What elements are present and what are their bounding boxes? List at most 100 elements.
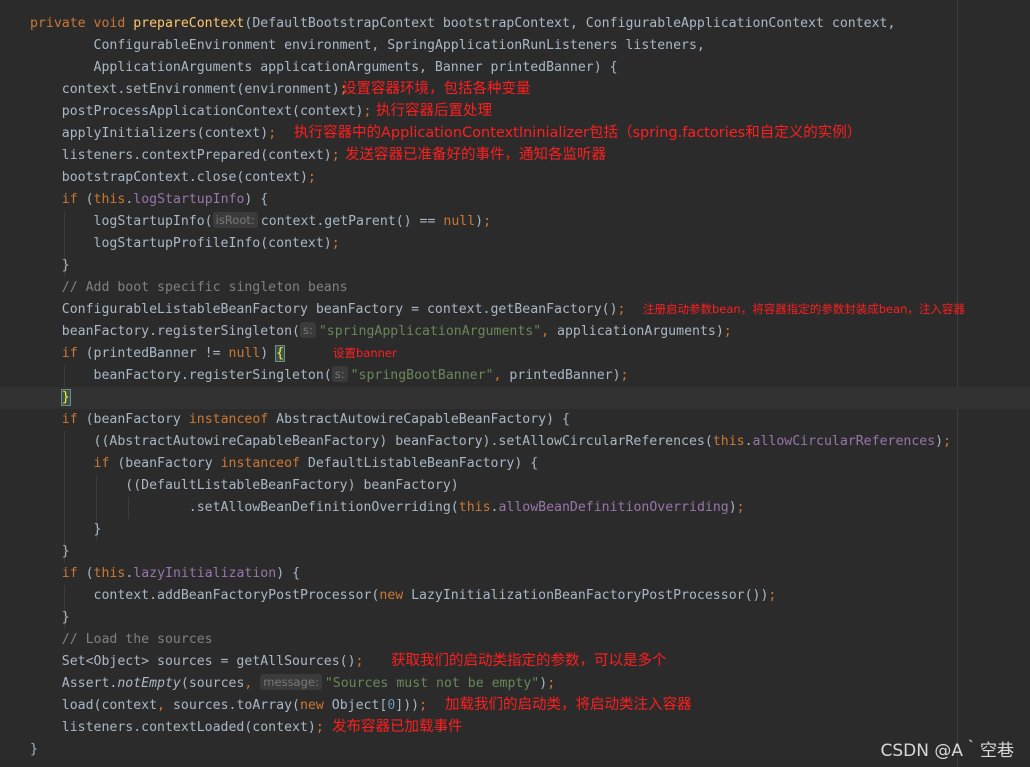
code-token: null: [443, 214, 476, 229]
annotation-note: 设置容器环境，包括各种变量: [342, 81, 531, 97]
code-token: Set<Object> sources = getAllSources(): [30, 654, 356, 669]
code-token: logStartupInfo(: [30, 214, 213, 229]
code-token: instanceof: [220, 456, 308, 471]
code-token: ((DefaultListableBeanFactory) beanFactor…: [30, 478, 459, 493]
code-token: ;: [483, 214, 492, 229]
code-line[interactable]: logStartupProfileInfo(context);: [0, 233, 1030, 255]
code-token: if: [61, 192, 86, 207]
code-token: ;: [363, 104, 372, 119]
code-line[interactable]: if (beanFactory instanceof AbstractAutow…: [0, 409, 1030, 431]
code-token: ): [728, 500, 737, 515]
code-token: applyInitializers(context): [30, 126, 269, 141]
code-token: ;: [547, 676, 556, 691]
annotation-note: 获取我们的启动类指定的参数，可以是多个: [391, 653, 667, 669]
code-token: }: [30, 610, 70, 625]
code-line[interactable]: ApplicationArguments applicationArgument…: [0, 57, 1030, 79]
code-token: ,: [157, 698, 173, 713]
code-token: ConfigurableListableBeanFactory beanFact…: [30, 302, 618, 317]
code-token: ,: [541, 324, 558, 339]
parameter-hint: s:: [299, 322, 316, 338]
code-line[interactable]: if (this.logStartupInfo) {: [0, 189, 1030, 211]
code-token: DefaultListableBeanFactory) {: [307, 456, 539, 471]
code-line[interactable]: postProcessApplicationContext(context);: [0, 101, 1030, 123]
code-line[interactable]: private void prepareContext(DefaultBoots…: [0, 13, 1030, 35]
code-line[interactable]: bootstrapContext.close(context);: [0, 167, 1030, 189]
code-token: context.addBeanFactoryPostProcessor(: [30, 588, 380, 603]
annotation-note: 执行容器后置处理: [376, 103, 492, 119]
code-token: this: [93, 192, 126, 207]
code-line[interactable]: listeners.contextLoaded(context);: [0, 717, 1030, 739]
watermark: CSDN @A｀空巷: [880, 741, 1014, 761]
code-token: ;: [268, 126, 277, 141]
code-token: notEmpty: [117, 676, 181, 691]
code-token: allowBeanDefinitionOverriding: [498, 500, 729, 515]
code-line[interactable]: logStartupInfo(isRoot: context.getParent(…: [0, 211, 1030, 233]
code-token: ;: [419, 698, 428, 713]
code-token: this: [93, 566, 126, 581]
code-token: listeners.contextLoaded(context): [30, 720, 316, 735]
code-line[interactable]: beanFactory.registerSingleton(s: "springB…: [0, 365, 1030, 387]
code-token: ): [539, 676, 548, 691]
code-token: (: [85, 192, 94, 207]
code-token: ;: [620, 368, 629, 383]
code-line[interactable]: }: [0, 519, 1030, 541]
code-token: if: [61, 346, 86, 361]
code-line[interactable]: context.addBeanFactoryPostProcessor(new …: [0, 585, 1030, 607]
code-token: }: [30, 258, 70, 273]
code-line[interactable]: }: [0, 255, 1030, 277]
code-token: printedBanner): [509, 368, 621, 383]
parameter-hint: message:: [260, 674, 322, 690]
code-line[interactable]: ((AbstractAutowireCapableBeanFactory) be…: [0, 431, 1030, 453]
code-token: postProcessApplicationContext(context): [30, 104, 364, 119]
code-token: ) {: [276, 566, 301, 581]
code-token: allowCircularReferences: [752, 434, 936, 449]
code-line[interactable]: Assert.notEmpty(sources, message: "Source…: [0, 673, 1030, 695]
code-token: (beanFactory: [117, 456, 221, 471]
annotation-note: 发布容器已加载事件: [332, 719, 463, 735]
parameter-hint: isRoot:: [212, 212, 258, 228]
code-token: Object[: [331, 698, 388, 713]
code-line[interactable]: // Add boot specific singleton beans: [0, 277, 1030, 299]
code-token: // Load the sources: [30, 632, 213, 647]
code-line[interactable]: if (printedBanner != null) {: [0, 343, 1030, 365]
code-line[interactable]: beanFactory.registerSingleton(s: "springA…: [0, 321, 1030, 343]
code-token: context.setEnvironment(environment): [30, 82, 340, 97]
code-token: ;: [355, 654, 364, 669]
code-token: }: [30, 544, 70, 559]
code-token: (: [85, 566, 94, 581]
annotation-note: 加载我们的启动类，将启动类注入容器: [445, 697, 692, 713]
code-token: private void: [30, 16, 134, 31]
code-token: Assert.: [30, 676, 118, 691]
code-token: ,: [244, 676, 261, 691]
code-line[interactable]: }: [0, 387, 1030, 409]
code-line[interactable]: // Load the sources: [0, 629, 1030, 651]
code-token: ;: [736, 500, 745, 515]
parameter-hint: s:: [331, 366, 348, 382]
code-line[interactable]: if (this.lazyInitialization) {: [0, 563, 1030, 585]
code-token: "springApplicationArguments": [318, 324, 542, 339]
code-token: if: [61, 412, 86, 427]
code-line[interactable]: .setAllowBeanDefinitionOverriding(this.a…: [0, 497, 1030, 519]
code-token: ;: [307, 170, 316, 185]
code-token: .setAllowBeanDefinitionOverriding(: [30, 500, 459, 515]
code-line[interactable]: if (beanFactory instanceof DefaultListab…: [0, 453, 1030, 475]
code-line[interactable]: ConfigurableEnvironment environment, Spr…: [0, 35, 1030, 57]
code-token: ): [935, 434, 944, 449]
annotation-note: 发送容器已准备好的事件，通知各监听器: [345, 147, 606, 163]
code-token: ;: [617, 302, 626, 317]
code-token: // Add boot specific singleton beans: [30, 280, 348, 295]
code-token: applicationArguments): [557, 324, 724, 339]
code-token: ;: [315, 720, 324, 735]
code-token: ;: [331, 236, 340, 251]
code-line[interactable]: }: [0, 541, 1030, 563]
code-token: ;: [331, 148, 340, 163]
code-token: null: [228, 346, 261, 361]
code-token: if: [93, 456, 118, 471]
code-token: load(context: [30, 698, 158, 713]
code-line[interactable]: }: [0, 607, 1030, 629]
code-line[interactable]: }: [0, 739, 1030, 761]
code-line[interactable]: ((DefaultListableBeanFactory) beanFactor…: [0, 475, 1030, 497]
